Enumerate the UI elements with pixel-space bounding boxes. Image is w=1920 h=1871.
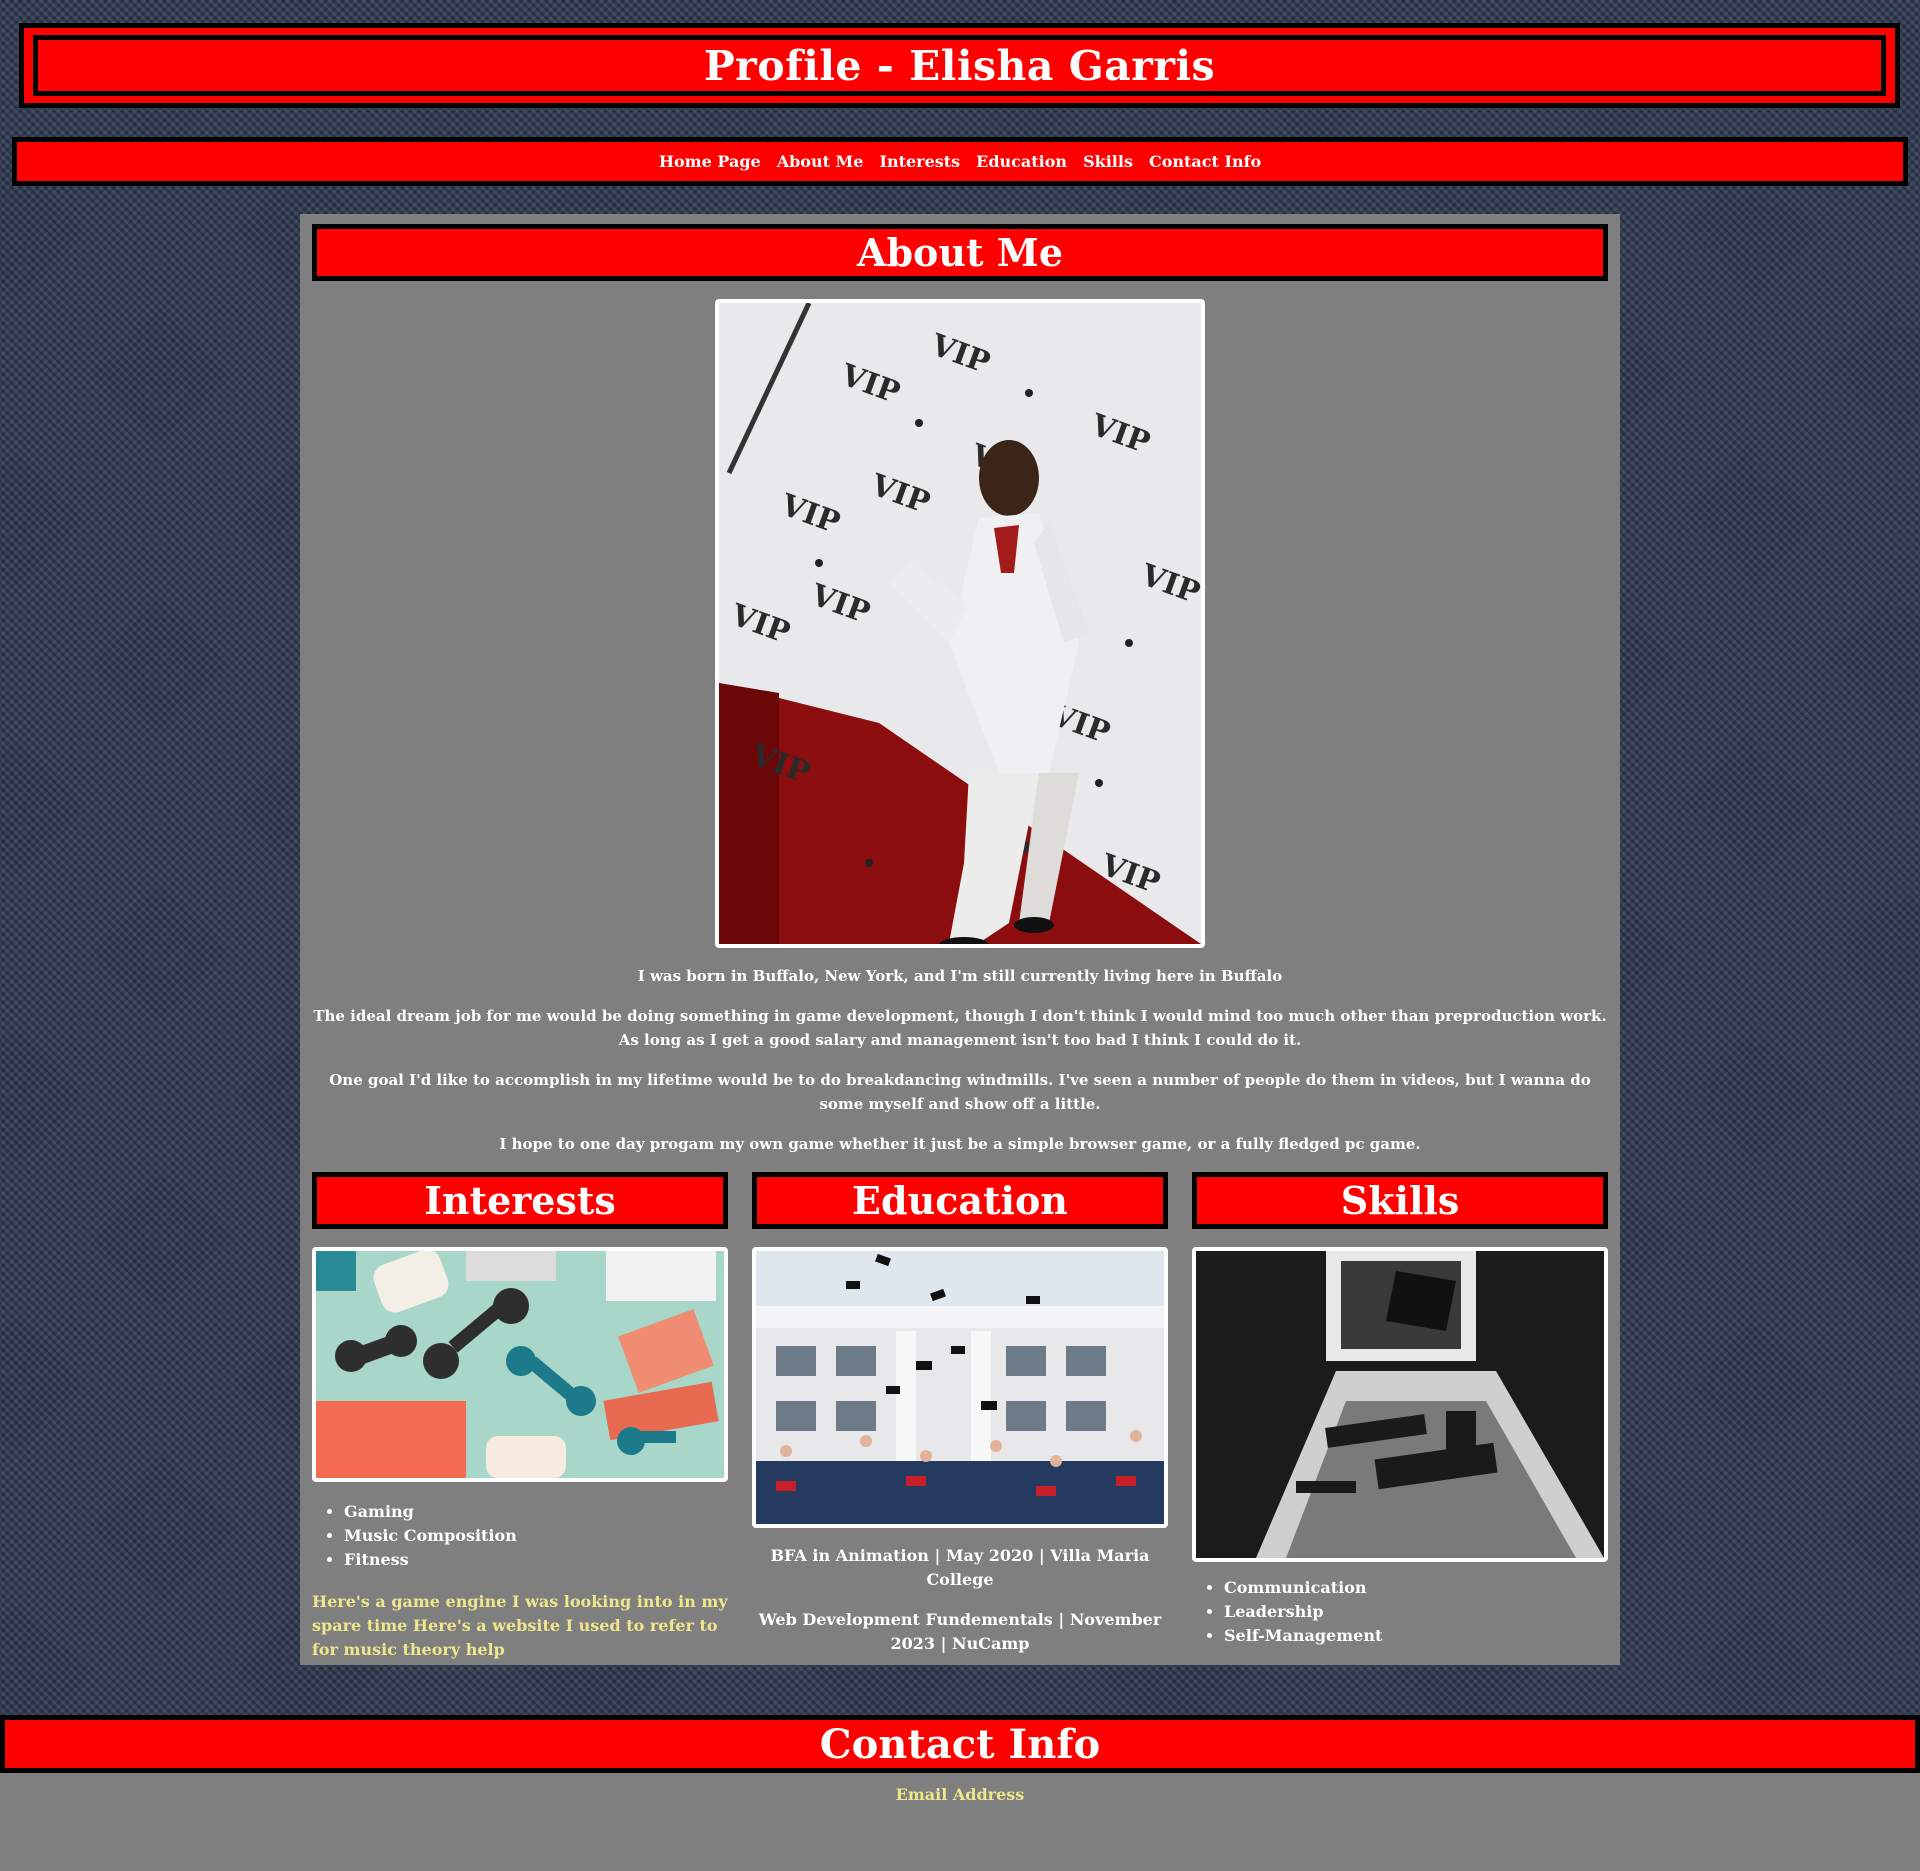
list-item: Music Composition <box>344 1524 517 1548</box>
nav-home[interactable]: Home Page <box>659 152 761 171</box>
education-photo-image <box>756 1251 1164 1524</box>
education-photo <box>752 1247 1168 1528</box>
about-paragraph: I hope to one day progam my own game whe… <box>499 1135 1421 1153</box>
interests-photo <box>312 1247 728 1482</box>
contact-title: Contact Info <box>819 1720 1101 1768</box>
about-paragraph: The ideal dream job for me would be doin… <box>313 1007 1607 1049</box>
skills-photo-image <box>1196 1251 1604 1558</box>
nav-about[interactable]: About Me <box>777 152 864 171</box>
page-header-inner: Profile - Elisha Garris <box>33 35 1886 96</box>
about-paragraph: One goal I'd like to accomplish in my li… <box>329 1071 1591 1113</box>
nav-interests[interactable]: Interests <box>879 152 960 171</box>
main-nav: Home Page About Me Interests Education S… <box>12 137 1908 186</box>
profile-photo: VIP VIP VIP VIP VIP VIP VIP VIP VIP VIP … <box>715 299 1205 948</box>
education-entry: BFA in Animation | May 2020 | Villa Mari… <box>770 1546 1150 1589</box>
main-content: About Me VIP VIP VIP VIP VIP VIP VIP VIP… <box>300 214 1620 1665</box>
profile-photo-image: VIP VIP VIP VIP VIP VIP VIP VIP VIP VIP … <box>719 303 1201 944</box>
email-link[interactable]: Email Address <box>896 1785 1025 1804</box>
page-title: Profile - Elisha Garris <box>703 41 1216 90</box>
skills-title: Skills <box>1192 1172 1608 1229</box>
footer: Email Address <box>0 1773 1920 1871</box>
about-paragraph: I was born in Buffalo, New York, and I'm… <box>637 967 1283 985</box>
nav-skills[interactable]: Skills <box>1083 152 1133 171</box>
skills-list: Communication Leadership Self-Management <box>1192 1576 1382 1648</box>
interests-list: Gaming Music Composition Fitness <box>312 1500 517 1572</box>
list-item: Leadership <box>1224 1600 1382 1624</box>
nav-contact[interactable]: Contact Info <box>1149 152 1261 171</box>
list-item: Self-Management <box>1224 1624 1382 1648</box>
education-entry: Web Development Fundementals | November … <box>758 1610 1162 1653</box>
skills-photo <box>1192 1247 1608 1562</box>
education-title: Education <box>752 1172 1168 1229</box>
about-text: I was born in Buffalo, New York, and I'm… <box>312 964 1608 1172</box>
nav-education[interactable]: Education <box>976 152 1067 171</box>
list-item: Fitness <box>344 1548 517 1572</box>
interests-links: Here's a game engine I was looking into … <box>312 1590 728 1662</box>
interests-photo-image <box>316 1251 724 1478</box>
education-text: BFA in Animation | May 2020 | Villa Mari… <box>752 1544 1168 1672</box>
about-title: About Me <box>312 224 1608 281</box>
contact-header: Contact Info <box>0 1715 1920 1773</box>
list-item: Gaming <box>344 1500 517 1524</box>
interests-title: Interests <box>312 1172 728 1229</box>
list-item: Communication <box>1224 1576 1382 1600</box>
page-header: Profile - Elisha Garris <box>19 23 1900 108</box>
